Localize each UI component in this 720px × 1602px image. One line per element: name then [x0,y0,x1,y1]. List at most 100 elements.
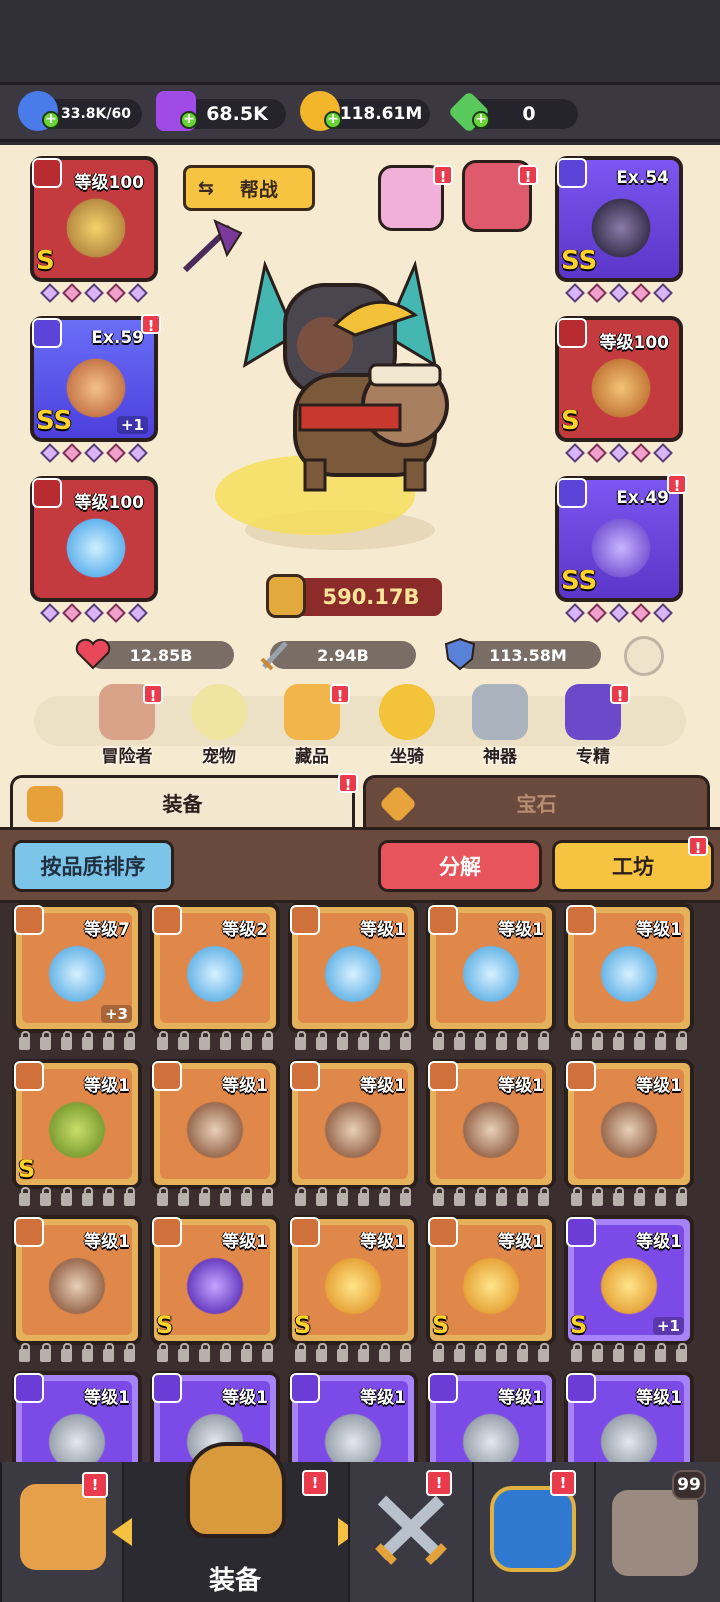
tab-gem[interactable]: 宝石 [363,775,710,827]
nav-battle[interactable] [348,1462,472,1602]
tab-equipment[interactable]: 装备 [10,775,355,827]
inventory-item[interactable]: 等级1 [288,1371,418,1463]
lock-icon [262,1343,273,1362]
socket-locks [564,1187,694,1209]
item-type-icon [566,905,596,935]
inventory-item[interactable]: 等级1 [288,903,418,1033]
inventory-item[interactable]: 等级1 [564,903,694,1033]
item-plus: +3 [100,1005,132,1023]
details-list-icon[interactable] [624,636,664,676]
inventory-item[interactable]: 等级1 [426,1059,556,1189]
lock-icon [676,1343,687,1362]
inventory-grid: 等级7 +3 等级2 等级1 等级1 等级1 等级1 S 等级1 等级1 等级1 等级1 等级1 等级1 S… [0,903,720,1463]
energy-counter[interactable]: + 33.8K/60 [18,91,142,131]
lock-icon [517,1343,528,1362]
assist-battle-button[interactable]: ⇆ 帮战 [183,165,315,211]
inventory-item[interactable]: 等级1 S +1 [564,1215,694,1345]
item-level: 等级1 [360,1076,406,1096]
inventory-item[interactable]: 等级1 [150,1059,280,1189]
gold-counter[interactable]: + 118.61M [300,91,430,131]
item-level: 等级1 [636,1076,682,1096]
pet-egg-icon [191,684,247,740]
armor-slot[interactable]: Ex.54 SS [555,156,683,282]
item-level: 等级1 [498,1076,544,1096]
crystal-counter[interactable]: + 0 [447,90,578,134]
item-level: 等级1 [360,920,406,940]
plus-icon: + [42,111,60,129]
armor-icon [42,1251,112,1321]
item-type-icon [152,905,182,935]
inventory-item[interactable]: 等级1 [564,1059,694,1189]
lock-icon [400,1343,411,1362]
ring-slot[interactable]: 等级100 S [555,316,683,442]
ice-orb-icon [62,514,130,582]
inventory-item[interactable]: 等级1 [426,903,556,1033]
staff-icon [180,939,250,1009]
feature-pet[interactable]: 宠物 [184,684,254,767]
item-type-icon [152,1061,182,1091]
necklace-type-icon [32,478,62,508]
lock-icon [592,1031,603,1050]
feature-artifact[interactable]: 神器 [465,684,535,767]
alert-badge: ! [338,773,358,794]
lock-icon [178,1031,189,1050]
lock-icon [496,1343,507,1362]
gem-counter[interactable]: + 68.5K [156,91,286,131]
inventory-item[interactable]: 等级1 [426,1371,556,1463]
weapon-slot[interactable]: 等级100 S [30,156,158,282]
lock-icon [475,1343,486,1362]
slot-level: Ex.54 [616,168,669,188]
lock-icon [571,1187,582,1206]
sort-by-quality-button[interactable]: 按品质排序 [12,840,174,892]
hero-character[interactable] [205,225,475,555]
lock-icon [61,1031,72,1050]
inventory-item[interactable]: 等级1 [12,1371,142,1463]
helmet-slot[interactable]: Ex.59 SS +1 [30,316,158,442]
defense-value: 113.58M [489,645,567,665]
inventory-item[interactable]: 等级1 S [288,1215,418,1345]
decompose-button[interactable]: 分解 [378,840,542,892]
inventory-item[interactable]: 等级2 [150,903,280,1033]
lock-icon [199,1187,210,1206]
item-level: 等级1 [84,1076,130,1096]
left-arrow-icon[interactable] [112,1518,132,1546]
inventory-item[interactable]: 等级7 +3 [12,903,142,1033]
socket-locks [12,1031,142,1053]
slot-plus: +1 [116,416,148,434]
lock-icon [655,1343,666,1362]
inventory-item[interactable]: 等级1 [564,1371,694,1463]
item-plus: +1 [652,1317,684,1335]
feature-mount[interactable]: 坐骑 [372,684,442,767]
lock-icon [199,1031,210,1050]
crystal-value: 0 [522,103,536,125]
slot-level: Ex.49 [616,488,669,508]
assist-label: 帮战 [239,178,278,201]
lock-icon [538,1187,549,1206]
inventory-item[interactable]: 等级1 S [150,1215,280,1345]
mace-icon [42,1095,112,1165]
shield-icon [441,635,479,673]
inventory-item[interactable]: 等级1 S [426,1215,556,1345]
emblem-slot[interactable]: Ex.49 SS [555,476,683,602]
inventory-item[interactable]: 等级1 [288,1059,418,1189]
knight-helmet-icon [186,1442,286,1538]
crossed-swords-icon [368,1486,454,1572]
lock-icon [337,1343,348,1362]
orb-slot[interactable]: 等级100 [30,476,158,602]
lock-icon [379,1343,390,1362]
item-level: 等级2 [222,920,268,940]
helmet-tab-icon [27,786,63,822]
lock-icon [634,1343,645,1362]
lock-icon [199,1343,210,1362]
inventory-item[interactable]: 等级1 [12,1215,142,1345]
lock-icon [538,1343,549,1362]
lock-icon [124,1343,135,1362]
lock-icon [157,1187,168,1206]
alert-badge: ! [82,1472,108,1498]
resource-bar: + 33.8K/60 + 68.5K + 118.61M + 0 [0,82,720,142]
lock-icon [40,1031,51,1050]
inventory-item[interactable]: 等级1 S [12,1059,142,1189]
defense-stat: 113.58M [444,637,601,671]
alert-badge: ! [518,165,538,186]
slot-grade: SS [561,566,598,596]
